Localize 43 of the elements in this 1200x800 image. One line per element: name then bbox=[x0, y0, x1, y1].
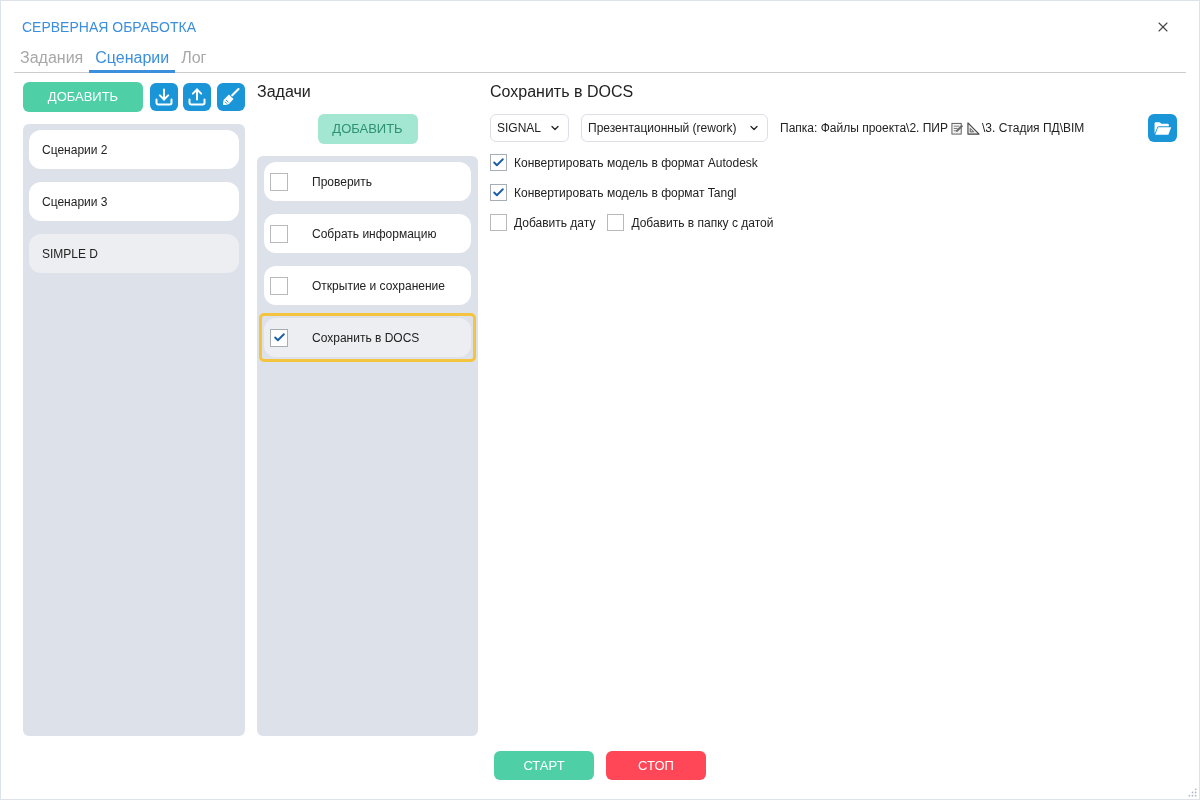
browse-folder-button[interactable] bbox=[1148, 114, 1177, 142]
broom-icon bbox=[221, 87, 241, 107]
memo-icon bbox=[951, 121, 964, 135]
task-item[interactable]: Собрать информацию bbox=[264, 214, 471, 253]
task-settings-heading: Сохранить в DOCS bbox=[490, 82, 634, 102]
upload-icon bbox=[187, 87, 207, 107]
folder-path-text: \3. Стадия ПД\BIM bbox=[982, 120, 1085, 137]
task-item[interactable]: Проверить bbox=[264, 162, 471, 201]
dropdown-select[interactable]: SIGNAL bbox=[490, 114, 569, 142]
tasks-heading: Задачи bbox=[257, 82, 311, 102]
option-label: Добавить в папку с датой bbox=[631, 214, 774, 232]
task-label: Проверить bbox=[312, 173, 372, 191]
task-label: Собрать информацию bbox=[312, 225, 437, 243]
download-icon bbox=[154, 87, 174, 107]
check-icon bbox=[272, 331, 286, 344]
checkbox[interactable] bbox=[490, 214, 507, 231]
task-item[interactable]: Открытие и сохранение bbox=[264, 266, 471, 305]
scenario-item[interactable]: Сценарии 2 bbox=[29, 130, 239, 169]
checkbox[interactable] bbox=[270, 172, 288, 191]
option-label: Конвертировать модель в формат Tangl bbox=[514, 184, 737, 202]
triangle-ruler-icon bbox=[967, 121, 980, 135]
checkbox[interactable] bbox=[270, 328, 288, 347]
task-label: Сохранить в DOCS bbox=[312, 329, 420, 347]
check-icon bbox=[492, 186, 505, 199]
task-label: Открытие и сохранение bbox=[312, 277, 445, 295]
checkbox[interactable] bbox=[490, 154, 507, 171]
import-button[interactable] bbox=[150, 83, 178, 111]
check-icon bbox=[492, 156, 505, 169]
task-item[interactable]: Сохранить в DOCS bbox=[264, 318, 471, 357]
option-label: Добавить дату bbox=[514, 214, 596, 232]
clean-button[interactable] bbox=[217, 83, 245, 111]
dropdown-select[interactable]: Презентационный (rework) bbox=[581, 114, 768, 142]
resize-grip-icon bbox=[1188, 788, 1197, 797]
checkbox[interactable] bbox=[490, 184, 507, 201]
export-button[interactable] bbox=[183, 83, 211, 111]
checkbox[interactable] bbox=[270, 224, 288, 243]
scenario-item[interactable]: SIMPLE D bbox=[29, 234, 239, 273]
scenario-item[interactable]: Сценарии 3 bbox=[29, 182, 239, 221]
checkbox[interactable] bbox=[270, 276, 288, 295]
checkbox[interactable] bbox=[607, 214, 625, 231]
folder-path-text: Папка: Файлы проекта\2. ПИР bbox=[780, 120, 948, 137]
window-title: СЕРВЕРНАЯ ОБРАБОТКА bbox=[22, 18, 197, 37]
option-label: Конвертировать модель в формат Autodesk bbox=[514, 154, 758, 172]
